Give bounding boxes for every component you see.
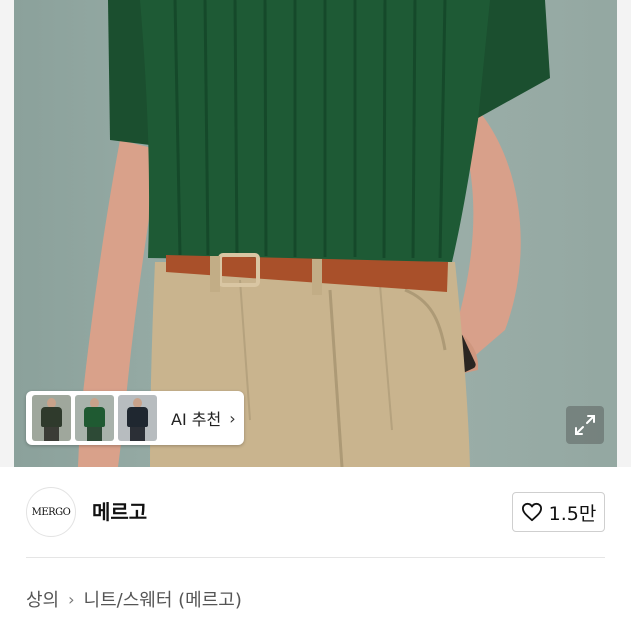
image-edge-right bbox=[617, 0, 631, 467]
product-image[interactable]: AI 추천 › bbox=[0, 0, 631, 467]
ai-thumb-3[interactable] bbox=[118, 395, 157, 441]
expand-icon bbox=[575, 415, 595, 435]
image-edge-left bbox=[0, 0, 14, 467]
divider bbox=[26, 557, 605, 558]
like-button[interactable]: 1.5만 bbox=[512, 492, 605, 532]
like-count: 1.5만 bbox=[548, 502, 597, 525]
heart-icon bbox=[521, 502, 542, 522]
chevron-right-icon: › bbox=[68, 589, 75, 609]
ai-recommend-card[interactable]: AI 추천 › bbox=[26, 391, 244, 445]
ai-recommend-label: AI 추천 bbox=[171, 410, 222, 429]
chevron-right-icon: › bbox=[229, 408, 236, 428]
shop-row: MERGO 메르고 1.5만 bbox=[0, 467, 631, 557]
breadcrumb-subcategory[interactable]: 니트/스웨터 (메르고) bbox=[84, 586, 242, 612]
ai-recommend-link[interactable]: AI 추천 › bbox=[171, 406, 236, 430]
shop-name[interactable]: 메르고 bbox=[92, 496, 147, 525]
breadcrumb: 상의 › 니트/스웨터 (메르고) bbox=[26, 586, 242, 612]
shop-logo-text: MERGO bbox=[31, 506, 71, 518]
shop-logo[interactable]: MERGO bbox=[26, 487, 76, 537]
expand-image-button[interactable] bbox=[566, 406, 604, 444]
ai-thumb-2[interactable] bbox=[75, 395, 114, 441]
breadcrumb-category[interactable]: 상의 bbox=[26, 586, 59, 612]
ai-thumb-1[interactable] bbox=[32, 395, 71, 441]
